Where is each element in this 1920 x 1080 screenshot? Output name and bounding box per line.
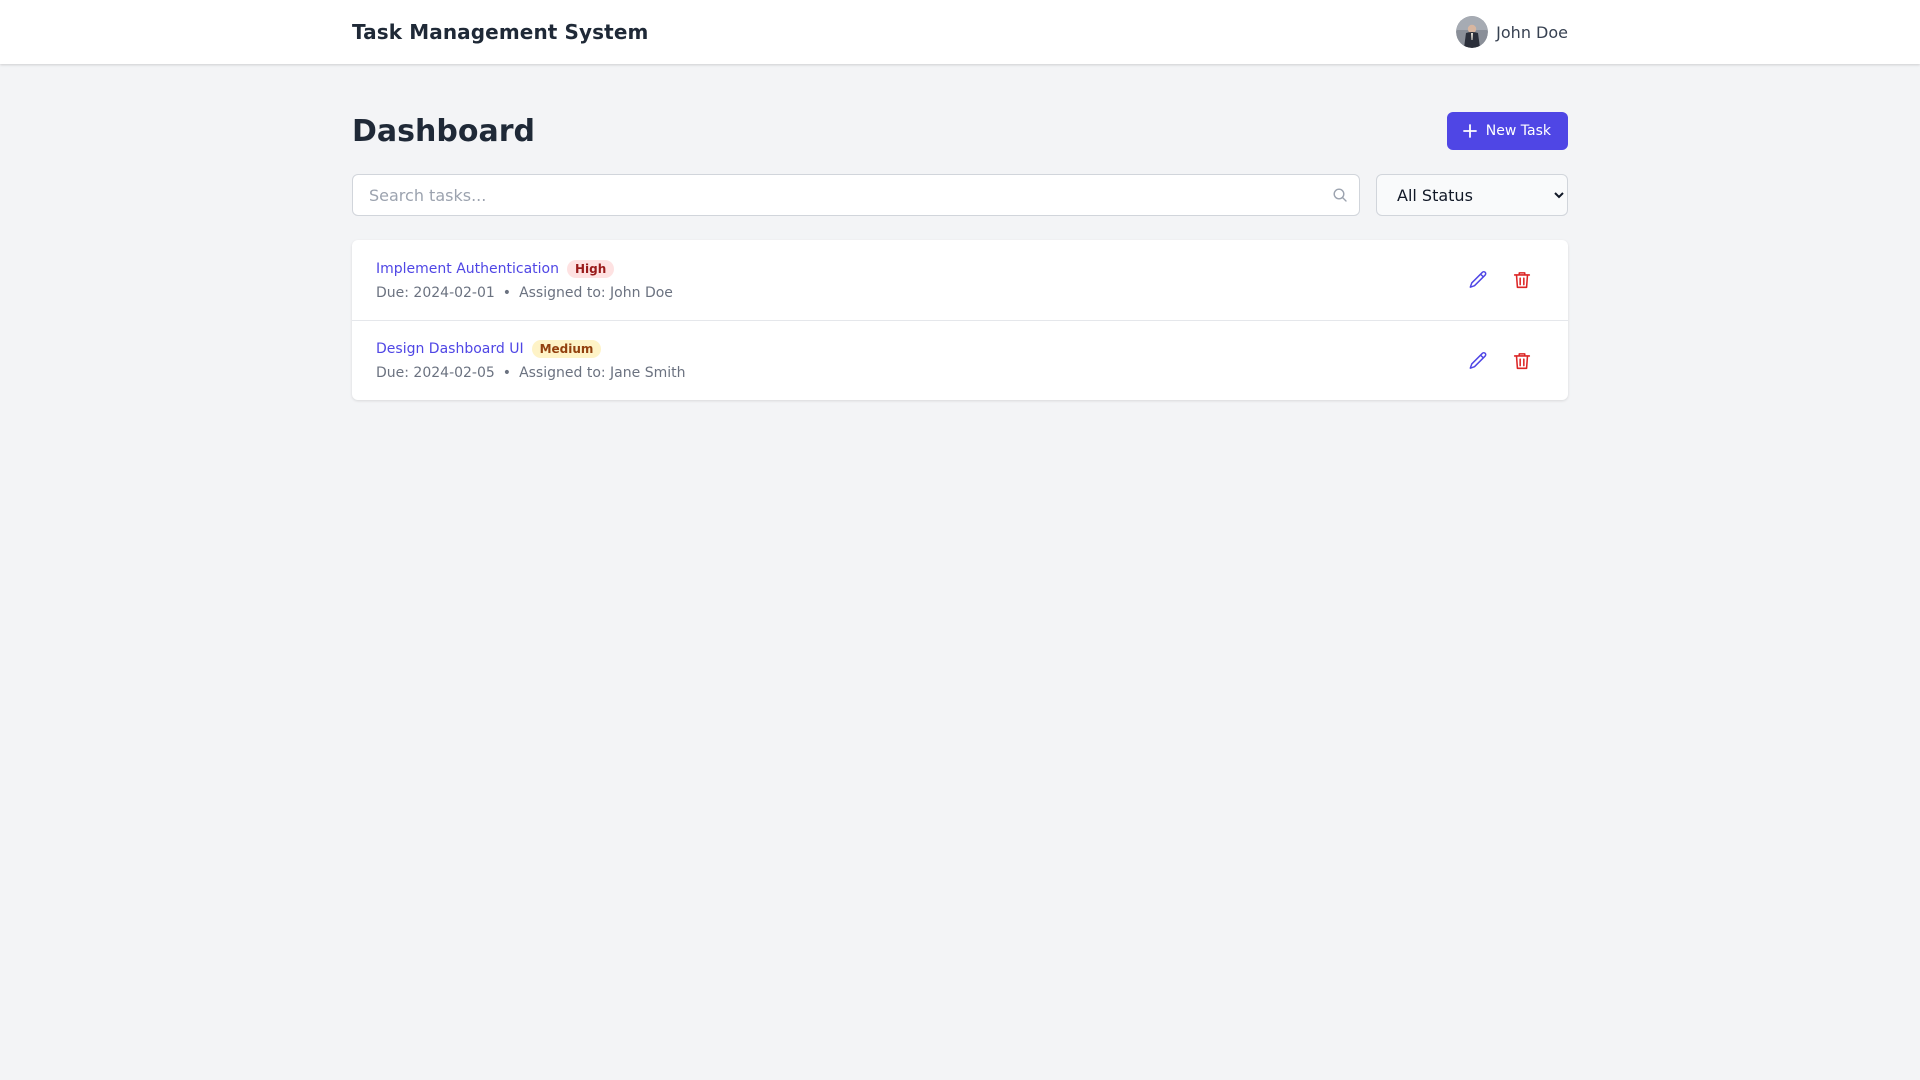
task-row: Design Dashboard UI Medium Due: 2024-02-… <box>352 320 1568 400</box>
navbar-container: Task Management System John Doe <box>352 0 1568 64</box>
task-due-date: Due: 2024-02-05 <box>376 365 495 381</box>
status-filter-select[interactable]: All Status <box>1376 174 1568 216</box>
pencil-icon <box>1469 271 1487 288</box>
task-info: Implement Authentication High Due: 2024-… <box>376 259 673 301</box>
meta-separator: • <box>502 365 512 381</box>
task-info: Design Dashboard UI Medium Due: 2024-02-… <box>376 340 685 381</box>
search-icon <box>1333 188 1347 202</box>
task-title-line: Design Dashboard UI Medium <box>376 340 685 358</box>
page-title: Dashboard <box>352 113 535 149</box>
edit-task-button[interactable] <box>1462 264 1494 296</box>
task-actions <box>1462 264 1538 296</box>
edit-task-button[interactable] <box>1462 345 1494 377</box>
main-content: Dashboard New Task All Status Implement … <box>352 64 1568 400</box>
task-title-link[interactable]: Implement Authentication <box>376 261 559 277</box>
meta-separator: • <box>502 284 512 301</box>
top-navbar: Task Management System John Doe <box>0 0 1920 64</box>
pencil-icon <box>1469 351 1487 369</box>
priority-badge: Medium <box>531 340 602 358</box>
task-meta: Due: 2024-02-01 • Assigned to: John Doe <box>376 285 673 301</box>
search-input[interactable] <box>352 174 1360 216</box>
avatar <box>1456 16 1489 48</box>
task-row: Implement Authentication High Due: 2024-… <box>352 240 1568 320</box>
task-meta: Due: 2024-02-05 • Assigned to: Jane Smit… <box>376 365 685 381</box>
user-name: John Doe <box>1496 22 1568 42</box>
filter-bar: All Status <box>352 174 1568 216</box>
app-title: Task Management System <box>352 20 649 44</box>
new-task-label: New Task <box>1485 123 1551 139</box>
task-title-link[interactable]: Design Dashboard UI <box>376 341 524 357</box>
search-container <box>352 174 1360 216</box>
delete-task-button[interactable] <box>1506 264 1538 296</box>
trash-icon <box>1513 272 1531 289</box>
task-list: Implement Authentication High Due: 2024-… <box>352 240 1568 400</box>
user-menu[interactable]: John Doe <box>1456 16 1568 48</box>
task-assignee: Assigned to: John Doe <box>519 284 673 301</box>
trash-icon <box>1513 352 1531 369</box>
task-due-date: Due: 2024-02-01 <box>376 284 495 301</box>
page-header: Dashboard New Task <box>352 112 1568 150</box>
new-task-button[interactable]: New Task <box>1446 112 1568 150</box>
task-title-line: Implement Authentication High <box>376 259 673 278</box>
task-assignee: Assigned to: Jane Smith <box>519 365 686 381</box>
plus-icon <box>1462 123 1478 139</box>
task-actions <box>1462 345 1538 377</box>
delete-task-button[interactable] <box>1506 345 1538 377</box>
priority-badge: High <box>567 259 615 278</box>
